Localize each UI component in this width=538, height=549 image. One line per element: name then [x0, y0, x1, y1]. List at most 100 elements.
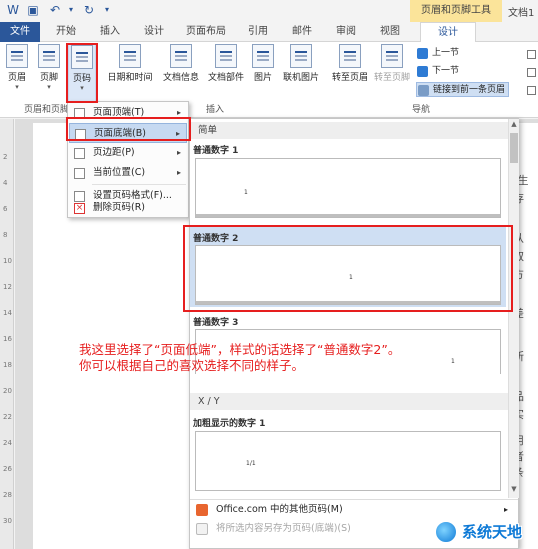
annotation-highlight-bottom-of-page [66, 117, 191, 141]
quick-parts-icon [215, 44, 237, 68]
gallery-item-plain-number-1[interactable]: 1 [195, 158, 501, 218]
tab-insert[interactable]: 插入 [92, 22, 128, 42]
ruler-number: 20 [3, 387, 12, 395]
save-selection-icon [196, 523, 208, 535]
scroll-up-icon[interactable]: ▲ [510, 120, 518, 128]
preview-page-edge [196, 214, 500, 217]
ruler-number: 18 [3, 361, 12, 369]
group-insert-label: 插入 [206, 105, 225, 115]
previous-section-label: 上一节 [432, 48, 460, 58]
redo-icon[interactable]: ↻ [82, 3, 96, 17]
contextual-tab-title: 页眉和页脚工具 [410, 0, 502, 22]
watermark-text: 系统天地 [462, 523, 523, 541]
go-to-footer-icon [381, 44, 403, 68]
go-to-footer-button[interactable]: 转至页脚 [372, 44, 412, 83]
footer-button-label: 页脚 [39, 73, 58, 83]
tab-page-layout[interactable]: 页面布局 [180, 22, 232, 42]
menu-item-label: 当前位置(C) [93, 167, 146, 178]
ruler-number: 8 [3, 231, 8, 239]
option-checkbox-1[interactable] [527, 50, 536, 59]
tab-design-doc[interactable]: 设计 [136, 22, 172, 42]
arrow-down-icon [417, 66, 428, 77]
calendar-icon [119, 44, 141, 68]
ruler-number: 24 [3, 439, 12, 447]
ruler-number: 2 [3, 153, 8, 161]
annotation-highlight-page-number-button [66, 43, 98, 103]
quick-parts-label: 文档部件 [207, 73, 244, 83]
go-to-footer-label: 转至页脚 [373, 73, 410, 83]
option-checkbox-3[interactable] [527, 86, 536, 95]
ruler-number: 12 [3, 283, 12, 291]
customize-quick-access-icon[interactable]: ▾ [100, 3, 114, 17]
preview-page-number: 1/1 [246, 460, 256, 467]
picture-button[interactable]: 图片 [250, 44, 276, 83]
tab-mailings[interactable]: 邮件 [284, 22, 320, 42]
document-title: 文档1 [508, 8, 535, 19]
header-button[interactable]: 页眉 ▾ [3, 44, 31, 91]
tab-file[interactable]: 文件 [0, 22, 40, 42]
menu-item-label: 页边距(P) [93, 147, 135, 158]
menu-item-current-position[interactable]: 当前位置(C) ▸ [69, 163, 187, 183]
submenu-arrow-icon: ▸ [176, 148, 181, 157]
annotation-highlight-plain-number-2 [183, 225, 513, 312]
picture-icon [252, 44, 274, 68]
gallery-section-xy: X / Y [190, 393, 508, 410]
go-to-header-label: 转至页眉 [331, 73, 368, 83]
link-to-previous-button[interactable]: 链接到前一条页眉 [416, 82, 510, 97]
watermark-logo-icon [434, 520, 458, 544]
word-icon: W [7, 3, 19, 17]
date-time-button[interactable]: 日期和时间 [106, 44, 154, 83]
document-info-button[interactable]: 文档信息 [160, 44, 202, 83]
save-icon[interactable]: ▣ [26, 3, 40, 17]
annotation-text: 我这里选择了“页面低端”，样式的话选择了“普通数字2”。 你可以根据自己的喜欢选… [79, 342, 401, 373]
go-to-header-button[interactable]: 转至页眉 [330, 44, 370, 83]
document-info-label: 文档信息 [162, 73, 199, 83]
ruler-number: 22 [3, 413, 12, 421]
tab-references[interactable]: 引用 [240, 22, 276, 42]
ribbon-tabs: 文件 开始 插入 设计 页面布局 引用 邮件 审阅 视图 设计 [0, 22, 538, 43]
undo-dropdown-icon[interactable]: ▾ [64, 3, 78, 17]
title-bar: W ▣ ↶ ▾ ↻ ▾ 页眉和页脚工具 文档1 [0, 0, 538, 22]
picture-label: 图片 [253, 73, 272, 83]
tab-header-footer-design[interactable]: 设计 [420, 22, 476, 43]
ruler-number: 16 [3, 335, 12, 343]
save-selection-label: 将所选内容另存为页码(底端)(S) [216, 523, 351, 534]
ruler-number: 28 [3, 491, 12, 499]
scrollbar-thumb[interactable] [510, 133, 518, 163]
ruler-number: 4 [3, 179, 8, 187]
group-header-footer-label: 页眉和页脚 [24, 105, 70, 115]
undo-icon[interactable]: ↶ [48, 3, 62, 17]
header-button-label: 页眉 [7, 73, 26, 83]
link-to-previous-label: 链接到前一条页眉 [433, 85, 506, 95]
menu-item-page-margins[interactable]: 页边距(P) ▸ [69, 143, 187, 163]
header-icon [6, 44, 28, 68]
chevron-down-icon: ▾ [15, 83, 19, 91]
date-time-label: 日期和时间 [107, 73, 153, 83]
quick-parts-button[interactable]: 文档部件 [205, 44, 247, 83]
footer-button[interactable]: 页脚 ▾ [35, 44, 63, 91]
page-margins-icon [74, 148, 85, 159]
office-icon [196, 504, 208, 516]
tab-review[interactable]: 审阅 [328, 22, 364, 42]
tab-view[interactable]: 视图 [372, 22, 408, 42]
footer-icon [38, 44, 60, 68]
preview-page-number: 1 [244, 189, 248, 196]
menu-item-remove-page-numbers[interactable]: × 删除页码(R) [69, 198, 187, 218]
online-picture-button[interactable]: 联机图片 [280, 44, 322, 83]
more-page-numbers-label: Office.com 中的其他页码(M) [216, 504, 343, 515]
gallery-item-label: 普通数字 1 [193, 146, 239, 156]
vertical-ruler: 2 4 6 8 10 12 14 16 18 20 22 24 26 28 30 [0, 119, 14, 549]
option-checkbox-2[interactable] [527, 68, 536, 77]
ruler-number: 14 [3, 309, 12, 317]
arrow-up-icon [417, 48, 428, 59]
next-section-button[interactable]: 下一节 [416, 64, 459, 79]
ruler-number: 6 [3, 205, 8, 213]
document-info-icon [170, 44, 192, 68]
page-number-gallery: 简单 普通数字 1 1 普通数字 2 1 普通数字 3 1 X / Y 加粗显示… [189, 118, 519, 549]
previous-section-button[interactable]: 上一节 [416, 46, 459, 61]
ruler-number: 26 [3, 465, 12, 473]
more-page-numbers-office-com[interactable]: Office.com 中的其他页码(M) ▸ [190, 499, 518, 519]
scroll-down-icon[interactable]: ▼ [510, 485, 518, 493]
tab-home[interactable]: 开始 [48, 22, 84, 42]
gallery-item-bold-number-1[interactable]: 1/1 [195, 431, 501, 491]
